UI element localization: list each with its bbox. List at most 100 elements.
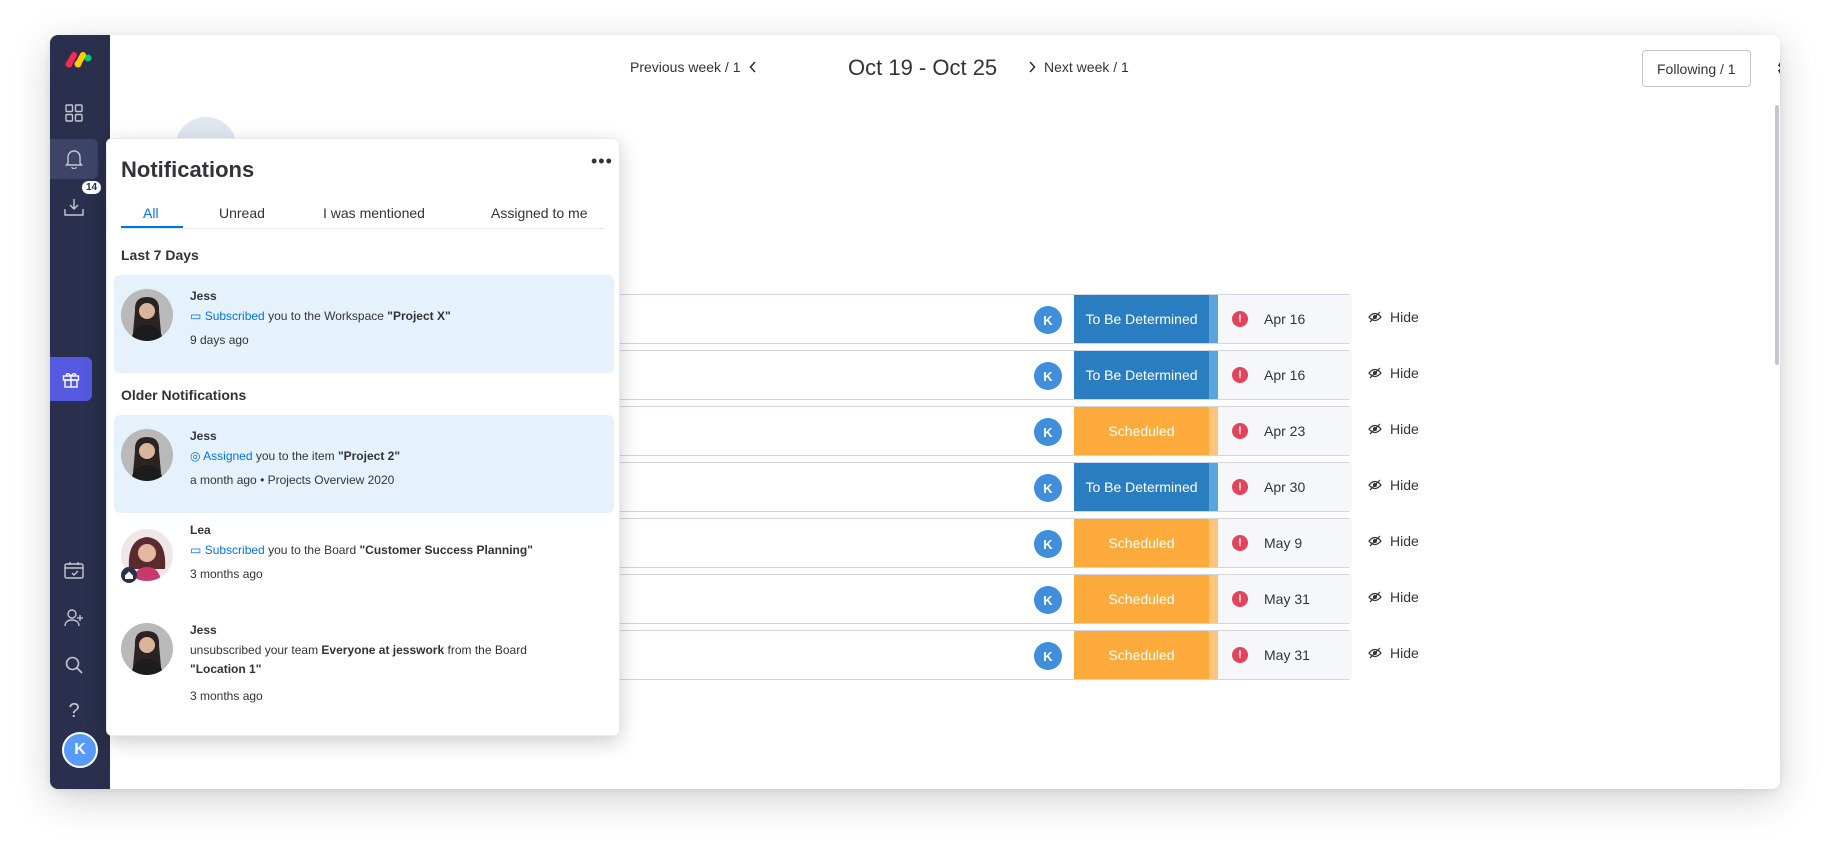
hide-label: Hide — [1390, 645, 1419, 661]
notification-item[interactable]: Lea ▭ Subscribed you to the Board "Custo… — [114, 515, 614, 613]
notification-time: 3 months ago — [190, 689, 263, 703]
hide-button[interactable]: Hide — [1368, 477, 1419, 493]
owner-avatar[interactable]: K — [1034, 586, 1062, 614]
notification-target[interactable]: "Project 2" — [338, 449, 400, 463]
my-work-calendar-icon[interactable] — [50, 550, 98, 590]
hide-button[interactable]: Hide — [1368, 365, 1419, 381]
notification-author: Lea — [190, 523, 211, 537]
gear-icon[interactable] — [1774, 57, 1780, 79]
due-date: Apr 16 — [1264, 367, 1306, 383]
due-date: May 31 — [1264, 647, 1310, 663]
notification-detail: unsubscribed your team — [190, 643, 319, 657]
notification-text: ▭ Subscribed you to the Workspace "Proje… — [190, 307, 600, 326]
invite-members-icon[interactable] — [50, 598, 98, 638]
next-week-button[interactable]: Next week / 1 — [1028, 59, 1129, 75]
hide-button[interactable]: Hide — [1368, 589, 1419, 605]
status-badge[interactable]: To Be Determined — [1074, 351, 1209, 399]
date-cell[interactable]: ! Apr 30 — [1218, 463, 1352, 511]
status-badge[interactable]: To Be Determined — [1074, 295, 1209, 343]
notifications-title: Notifications — [121, 157, 255, 182]
eye-icon — [1368, 311, 1382, 323]
search-icon[interactable] — [50, 645, 98, 685]
eye-icon — [1368, 591, 1382, 603]
gift-icon[interactable] — [50, 357, 92, 401]
inbox-badge: 14 — [82, 181, 102, 194]
status-strip — [1209, 631, 1218, 679]
next-week-label: Next week / 1 — [1044, 59, 1129, 75]
tab-mentioned[interactable]: I was mentioned — [323, 205, 425, 221]
owner-avatar[interactable]: K — [1034, 362, 1062, 390]
tab-assigned[interactable]: Assigned to me — [491, 205, 588, 221]
separator-dot: • — [260, 473, 268, 487]
tab-unread[interactable]: Unread — [219, 205, 265, 221]
notification-action[interactable]: Assigned — [203, 449, 252, 463]
notification-target[interactable]: "Project X" — [387, 309, 450, 323]
avatar — [121, 429, 173, 481]
status-strip — [1209, 575, 1218, 623]
hide-label: Hide — [1390, 365, 1419, 381]
section-older: Older Notifications — [121, 387, 247, 403]
status-badge[interactable]: Scheduled — [1074, 519, 1209, 567]
workspace-icon: ▭ — [190, 309, 202, 323]
avatar — [121, 289, 173, 341]
status-strip — [1209, 351, 1218, 399]
help-icon[interactable]: ? — [50, 691, 98, 731]
date-cell[interactable]: ! May 31 — [1218, 575, 1352, 623]
status-badge[interactable]: Scheduled — [1074, 575, 1209, 623]
tab-all[interactable]: All — [143, 205, 159, 221]
hide-button[interactable]: Hide — [1368, 645, 1419, 661]
date-cell[interactable]: ! May 31 — [1218, 631, 1352, 679]
due-date: May 31 — [1264, 591, 1310, 607]
notification-text: ▭ Subscribed you to the Board "Customer … — [190, 541, 600, 560]
owner-avatar[interactable]: K — [1034, 642, 1062, 670]
user-avatar[interactable]: K — [62, 732, 98, 768]
notification-item[interactable]: Jess ▭ Subscribed you to the Workspace "… — [114, 275, 614, 373]
workspaces-icon[interactable] — [50, 93, 98, 133]
owner-avatar[interactable]: K — [1034, 530, 1062, 558]
owner-avatar[interactable]: K — [1034, 306, 1062, 334]
status-badge[interactable]: Scheduled — [1074, 407, 1209, 455]
more-options-icon[interactable]: ••• — [591, 151, 613, 172]
notification-action[interactable]: Subscribed — [205, 309, 265, 323]
bell-icon[interactable] — [50, 139, 98, 179]
section-last-7-days: Last 7 Days — [121, 247, 199, 263]
date-cell[interactable]: ! Apr 16 — [1218, 295, 1352, 343]
previous-week-label: Previous week / 1 — [630, 59, 741, 75]
hide-label: Hide — [1390, 309, 1419, 325]
overdue-warning-icon: ! — [1232, 591, 1248, 607]
chevron-right-icon — [1029, 61, 1036, 73]
following-button[interactable]: Following / 1 — [1642, 50, 1751, 87]
notification-author: Jess — [190, 623, 217, 637]
hide-button[interactable]: Hide — [1368, 309, 1419, 325]
owner-avatar[interactable]: K — [1034, 418, 1062, 446]
hide-label: Hide — [1390, 477, 1419, 493]
date-cell[interactable]: ! Apr 16 — [1218, 351, 1352, 399]
notification-team[interactable]: Everyone at jesswork — [321, 643, 444, 657]
notification-target[interactable]: "Customer Success Planning" — [359, 543, 532, 557]
eye-icon — [1368, 367, 1382, 379]
date-cell[interactable]: ! Apr 23 — [1218, 407, 1352, 455]
previous-week-button[interactable]: Previous week / 1 — [630, 59, 757, 75]
monday-logo[interactable] — [64, 49, 96, 71]
active-tab-indicator — [121, 226, 183, 228]
notification-context: Projects Overview 2020 — [267, 473, 395, 487]
notification-target[interactable]: "Location 1" — [190, 662, 261, 676]
scrollbar[interactable] — [1775, 105, 1779, 365]
overdue-warning-icon: ! — [1232, 311, 1248, 327]
status-badge[interactable]: Scheduled — [1074, 631, 1209, 679]
notification-text: unsubscribed your team Everyone at jessw… — [190, 641, 600, 679]
date-range: Oct 19 - Oct 25 — [848, 55, 998, 80]
status-badge[interactable]: To Be Determined — [1074, 463, 1209, 511]
notification-action[interactable]: Subscribed — [205, 543, 265, 557]
notification-item[interactable]: Jess ◎ Assigned you to the item "Project… — [114, 415, 614, 513]
hide-button[interactable]: Hide — [1368, 421, 1419, 437]
notification-time: 3 months ago — [190, 567, 263, 581]
overdue-warning-icon: ! — [1232, 367, 1248, 383]
notification-item[interactable]: Jess unsubscribed your team Everyone at … — [114, 615, 614, 725]
chevron-left-icon — [748, 61, 756, 73]
hide-button[interactable]: Hide — [1368, 533, 1419, 549]
owner-avatar[interactable]: K — [1034, 474, 1062, 502]
overdue-warning-icon: ! — [1232, 479, 1248, 495]
date-cell[interactable]: ! May 9 — [1218, 519, 1352, 567]
notification-tabs: All Unread I was mentioned Assigned to m… — [121, 205, 605, 229]
